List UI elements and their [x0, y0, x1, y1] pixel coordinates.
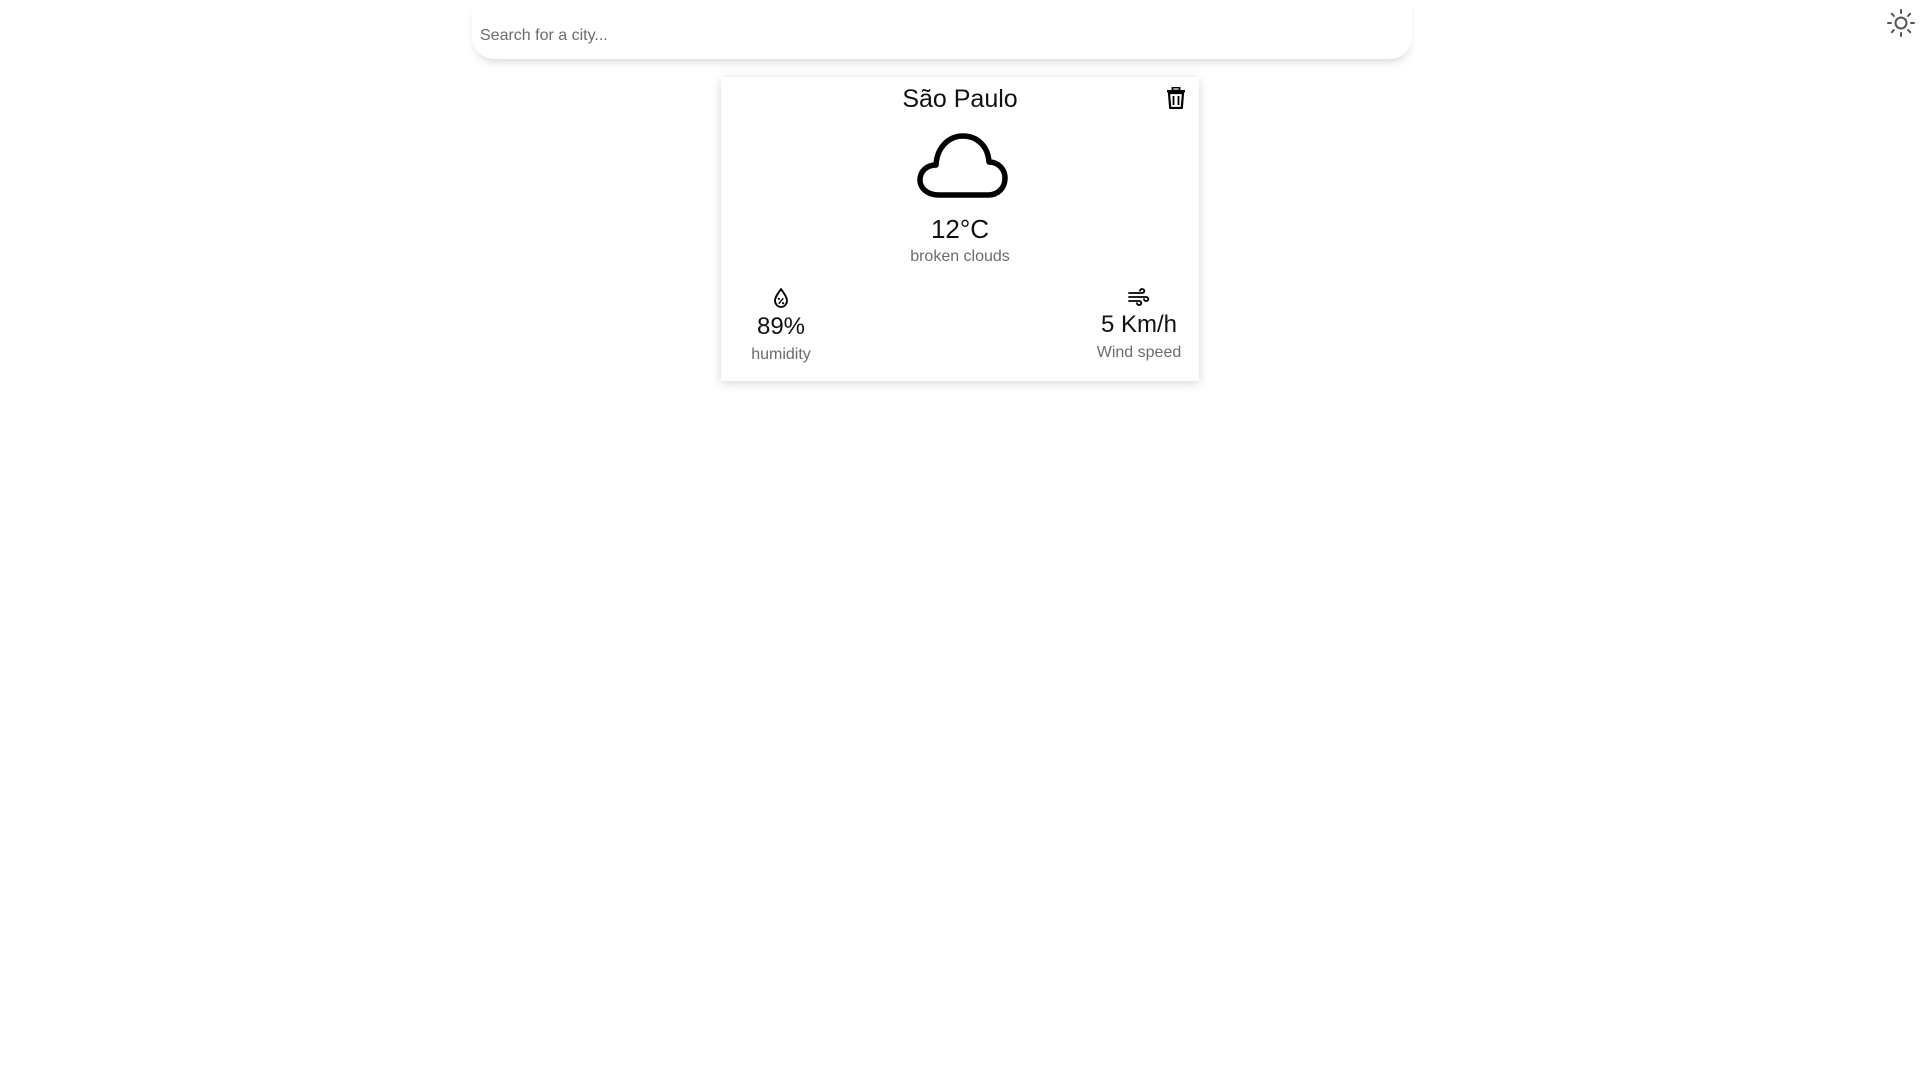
wind-stat: 5 Km/h Wind speed [1084, 285, 1194, 362]
delete-city-button[interactable] [1162, 84, 1190, 112]
humidity-stat: 89% humidity [726, 287, 836, 364]
trash-icon [1167, 87, 1185, 109]
temperature: 12°C [930, 214, 990, 244]
city-name: São Paulo [902, 85, 1018, 113]
wind-icon [1128, 288, 1150, 306]
cloud-icon [917, 133, 1008, 198]
wind-speed-value: 5 Km/h [1100, 311, 1178, 338]
sun-icon [1887, 9, 1915, 37]
humidity-drop-icon [774, 288, 788, 308]
humidity-label: humidity [751, 346, 811, 363]
search-bar [472, 0, 1412, 59]
humidity-value: 89% [756, 313, 806, 340]
search-input[interactable] [472, 0, 1412, 59]
wind-speed-label: Wind speed [1096, 344, 1182, 361]
theme-toggle-button[interactable] [1884, 6, 1918, 40]
weather-card: São Paulo 12°C broken clouds 89% humidit… [721, 77, 1199, 381]
weather-description: broken clouds [910, 248, 1010, 265]
